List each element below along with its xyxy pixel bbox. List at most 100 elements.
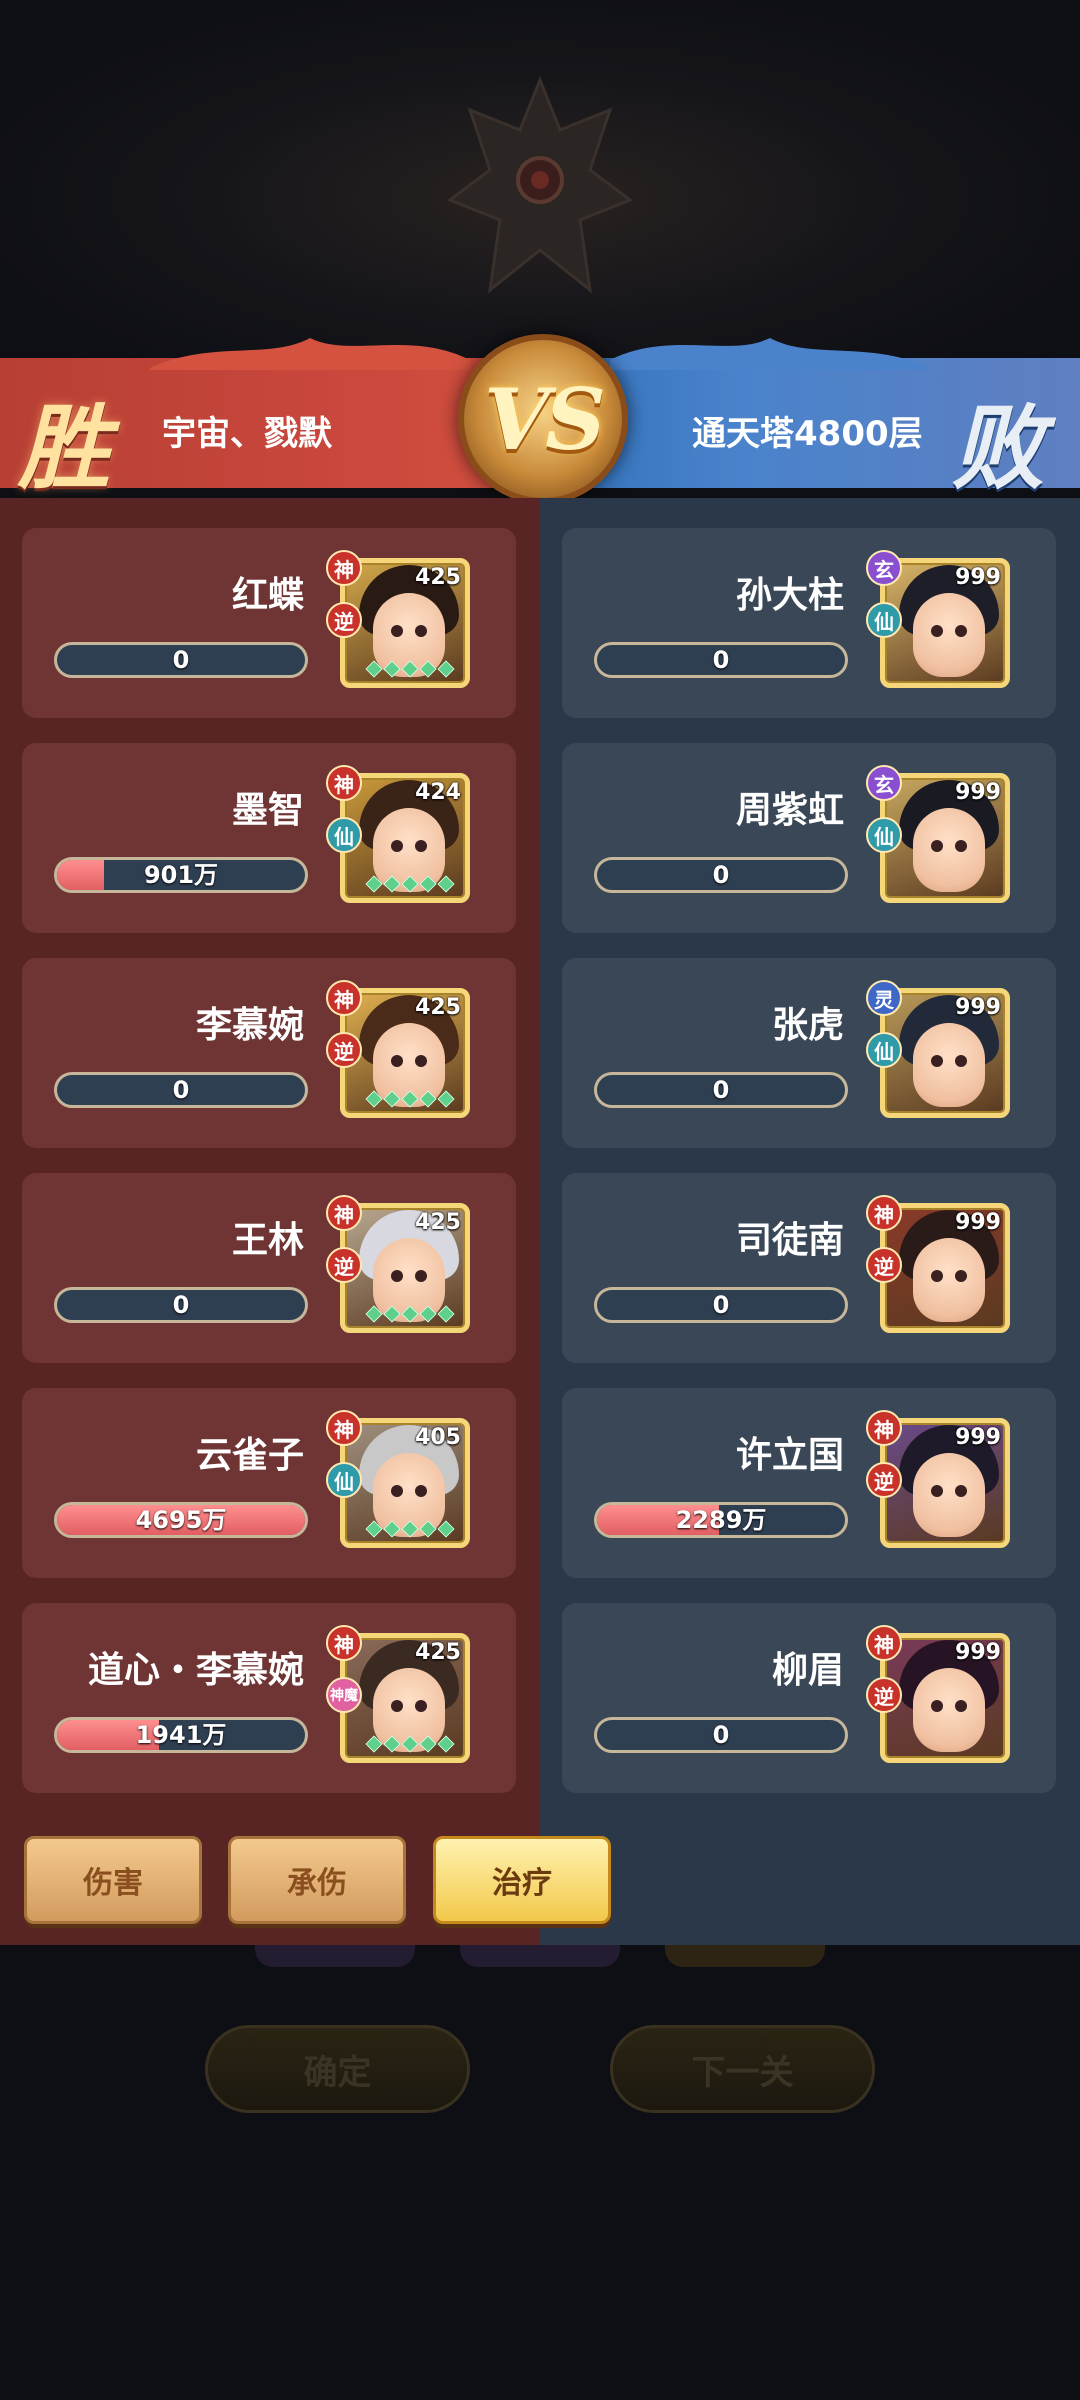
star-icon <box>401 1090 419 1108</box>
stat-bar: 0 <box>594 1717 848 1753</box>
hero-eye <box>955 625 967 637</box>
hero-name: 红蝶 <box>231 575 304 616</box>
stat-value: 0 <box>712 1291 730 1319</box>
stat-bar: 2289万 <box>594 1502 848 1538</box>
hero-eye <box>955 1485 967 1497</box>
hero-level: 405 <box>415 1425 461 1450</box>
next-level-button[interactable]: 下一关 <box>610 2025 875 2113</box>
hero-level: 425 <box>415 565 461 590</box>
right-team-name: 通天塔4800层 <box>692 414 923 454</box>
star-rank-icon <box>355 1735 465 1754</box>
hero-face <box>913 1453 985 1537</box>
rarity-tag-icon: 神 <box>866 1195 902 1231</box>
hero-level: 999 <box>955 565 1001 590</box>
stat-value: 2289万 <box>675 1506 767 1534</box>
vs-badge: VS <box>458 334 628 504</box>
hero-level: 424 <box>415 780 461 805</box>
hero-level: 425 <box>415 1640 461 1665</box>
star-icon <box>437 1305 455 1323</box>
star-icon <box>365 875 383 893</box>
hero-card: 孙大柱 0 999 玄仙 <box>562 528 1056 718</box>
star-icon <box>383 1305 401 1323</box>
confirm-button[interactable]: 确定 <box>205 2025 470 2113</box>
hero-eye <box>391 1700 403 1712</box>
star-icon <box>437 1735 455 1753</box>
tab-healing[interactable]: 治疗 <box>433 1836 611 1924</box>
hero-eye <box>391 625 403 637</box>
right-team-panel: 孙大柱 0 999 玄仙周紫虹 0 999 玄仙张虎 0 999 灵仙司徒南 0 999 神逆许立国 22… <box>540 498 1080 1945</box>
hero-eye <box>415 1700 427 1712</box>
background-tab-edge <box>255 1945 415 1967</box>
hero-card: 柳眉 0 999 神逆 <box>562 1603 1056 1793</box>
star-icon <box>401 1305 419 1323</box>
stat-bar: 0 <box>54 642 308 678</box>
tab-damage-taken[interactable]: 承伤 <box>228 1836 406 1924</box>
rarity-tag-icon: 玄 <box>866 765 902 801</box>
battle-result-header: 胜 宇宙、戮默 VS 通天塔4800层 败 <box>0 330 1080 504</box>
hero-name: 墨智 <box>231 790 304 831</box>
hero-eye <box>955 840 967 852</box>
star-icon <box>437 660 455 678</box>
hero-level: 425 <box>415 995 461 1020</box>
hero-eye <box>931 1270 943 1282</box>
hero-level: 999 <box>955 1640 1001 1665</box>
hero-name: 孙大柱 <box>735 575 844 616</box>
hero-name: 李慕婉 <box>195 1005 304 1046</box>
rarity-tag-icon: 神 <box>326 1410 362 1446</box>
hero-eye <box>955 1270 967 1282</box>
hero-card: 王林 0 425 神逆 <box>22 1173 516 1363</box>
star-icon <box>365 1520 383 1538</box>
hero-name: 周紫虹 <box>735 790 844 831</box>
stat-bar: 901万 <box>54 857 308 893</box>
hero-card: 张虎 0 999 灵仙 <box>562 958 1056 1148</box>
stat-value: 0 <box>172 1291 190 1319</box>
faction-tag-icon: 仙 <box>326 1462 362 1498</box>
hero-name: 张虎 <box>771 1005 844 1046</box>
star-icon <box>383 1090 401 1108</box>
tab-damage[interactable]: 伤害 <box>24 1836 202 1924</box>
faction-tag-icon: 仙 <box>866 602 902 638</box>
background-tab-edge <box>460 1945 620 1967</box>
star-icon <box>383 1520 401 1538</box>
faction-tag-icon: 逆 <box>326 1032 362 1068</box>
hero-name: 柳眉 <box>771 1650 844 1691</box>
hero-eye <box>955 1055 967 1067</box>
background-tab-edge <box>665 1945 825 1967</box>
stat-value: 0 <box>712 646 730 674</box>
lose-label: 败 <box>952 394 1045 502</box>
faction-tag-icon: 逆 <box>326 1247 362 1283</box>
hero-name: 王林 <box>231 1220 304 1261</box>
star-icon <box>365 660 383 678</box>
hero-eye <box>415 1270 427 1282</box>
hero-level: 999 <box>955 1210 1001 1235</box>
hero-eye <box>415 1055 427 1067</box>
background-area <box>0 1945 1080 2400</box>
hero-name: 道心・李慕婉 <box>87 1650 304 1691</box>
stat-value: 0 <box>712 861 730 889</box>
hero-eye <box>391 840 403 852</box>
faction-tag-icon: 逆 <box>866 1677 902 1713</box>
star-icon <box>419 1735 437 1753</box>
stat-bar: 0 <box>594 1072 848 1108</box>
faction-tag-icon: 逆 <box>866 1247 902 1283</box>
hero-eye <box>391 1055 403 1067</box>
rarity-tag-icon: 神 <box>326 550 362 586</box>
hero-eye <box>931 840 943 852</box>
stat-bar: 0 <box>594 857 848 893</box>
hero-face <box>913 593 985 677</box>
hero-level: 999 <box>955 1425 1001 1450</box>
stat-value: 4695万 <box>135 1506 227 1534</box>
hero-card: 云雀子 4695万 405 神仙 <box>22 1388 516 1578</box>
star-icon <box>383 1735 401 1753</box>
star-icon <box>437 1520 455 1538</box>
boss-emblem-icon <box>446 75 634 294</box>
hero-name: 许立国 <box>735 1435 844 1476</box>
hero-level: 425 <box>415 1210 461 1235</box>
star-icon <box>437 1090 455 1108</box>
background-scene <box>0 0 1080 360</box>
stat-value: 901万 <box>143 861 219 889</box>
left-team-panel: 红蝶 0 425 神逆墨智 901万 424 神仙李慕婉 0 425 神逆王林 0 425 神逆云雀子 4… <box>0 498 540 1945</box>
left-team-name: 宇宙、戮默 <box>162 414 332 454</box>
rarity-tag-icon: 神 <box>326 765 362 801</box>
star-icon <box>383 660 401 678</box>
